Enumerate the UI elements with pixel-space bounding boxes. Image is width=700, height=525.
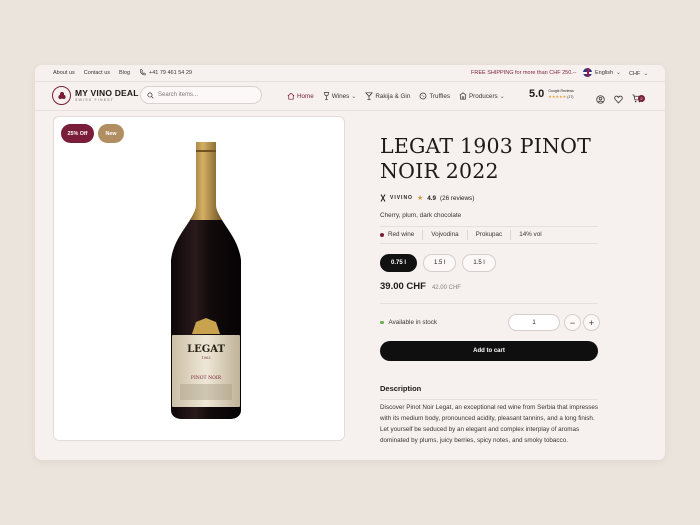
product-image-panel: 25% Off New LEGAT 1903 PINOT NOIR — [53, 116, 345, 441]
cart-button[interactable]: 2 — [632, 90, 645, 108]
language-label: English — [595, 69, 614, 76]
phone-icon — [139, 69, 146, 76]
product-title: LEGAT 1903 PINOT NOIR 2022 — [380, 134, 592, 183]
nav-item-producers[interactable]: Producers ⌄ — [459, 92, 505, 100]
minus-icon: − — [569, 317, 576, 328]
user-icon[interactable] — [596, 94, 605, 104]
contact-us-link[interactable]: Contact us — [84, 70, 110, 76]
size-option-0-75l[interactable]: 0.75 l — [380, 254, 418, 272]
stock-label: Available in stock — [388, 319, 438, 326]
language-select[interactable]: English ⌄ — [583, 68, 621, 77]
producers-icon — [459, 92, 467, 100]
discount-badge: 25% Off — [61, 124, 94, 143]
truffle-icon — [419, 92, 427, 100]
wine-glass-icon — [323, 92, 329, 100]
current-price: 39.00 CHF — [380, 281, 426, 292]
top-utility-bar: About us Contact us Blog +41 79 461 54 2… — [35, 65, 665, 82]
quantity-decrease-button[interactable]: − — [564, 314, 581, 331]
currency-label: CHF — [629, 70, 641, 77]
add-to-cart-button[interactable]: Add to cart — [380, 341, 598, 361]
phone-number: +41 79 461 54 29 — [149, 69, 192, 76]
vivino-logo-icon — [380, 194, 386, 202]
rating-value: 5.0 — [529, 88, 545, 100]
currency-select[interactable]: CHF ⌄ — [629, 70, 649, 78]
rating-count: (17) — [567, 94, 574, 99]
cart-count-badge: 2 — [638, 95, 645, 102]
nav-label-home: Home — [297, 92, 314, 100]
nav-item-rakija-gin[interactable]: Rakija & Gin — [365, 92, 410, 100]
quantity-increase-button[interactable]: + — [583, 314, 600, 331]
search-placeholder: Search items... — [158, 92, 199, 98]
nav-menu: Home Wines ⌄ Rakija & Gin Truffles Produ… — [287, 92, 505, 100]
new-badge: New — [98, 124, 124, 143]
product-description: Discover Pinot Noir Legat, an exceptiona… — [380, 404, 599, 444]
main-navigation: MY VINO DEAL SWISS FINEST Search items..… — [35, 82, 665, 111]
grape-logo-icon — [52, 86, 71, 105]
in-stock-dot-icon — [380, 320, 384, 325]
logo-name: MY VINO DEAL — [75, 87, 139, 98]
wine-grape: Prokupac — [466, 230, 511, 240]
chevron-down-icon: ⌄ — [616, 70, 622, 76]
nav-label-producers: Producers — [468, 92, 498, 100]
wine-type: Red wine — [388, 231, 415, 238]
google-rating[interactable]: 5.0 Google Reviews ★★★★★ (17) — [529, 88, 574, 100]
chevron-down-icon: ⌄ — [643, 71, 649, 77]
vivino-rating[interactable]: VIVINO ★ 4.9 (26 reviews) — [380, 194, 474, 202]
search-input[interactable]: Search items... — [140, 86, 262, 104]
home-icon — [287, 92, 295, 100]
wine-alcohol: 14% vol — [510, 230, 549, 240]
label-brand: LEGAT — [187, 344, 225, 355]
nav-item-truffles[interactable]: Truffles — [419, 92, 450, 100]
vivino-score: 4.9 — [427, 194, 436, 202]
label-variety: PINOT NOIR — [191, 375, 222, 381]
stock-status: Available in stock — [380, 319, 437, 326]
tasting-notes: Cherry, plum, dark chocolate — [380, 212, 462, 219]
chevron-down-icon: ⌄ — [499, 93, 505, 100]
nav-label-wines: Wines — [331, 92, 350, 100]
nav-label-rakija-gin: Rakija & Gin — [375, 92, 411, 100]
product-attributes: Red wine Vojvodina Prokupac 14% vol — [380, 226, 598, 244]
vivino-reviews[interactable]: (26 reviews) — [440, 195, 474, 202]
description-heading: Description — [380, 384, 422, 393]
page-card: About us Contact us Blog +41 79 461 54 2… — [35, 65, 665, 460]
site-logo[interactable]: MY VINO DEAL SWISS FINEST — [52, 86, 139, 105]
star-rating-icon: ★★★★★ — [548, 93, 567, 99]
price-block: 39.00 CHF 42.00 CHF — [380, 281, 461, 292]
size-option-1-5l[interactable]: 1.5 l — [423, 254, 457, 272]
cocktail-icon — [365, 92, 374, 100]
blog-link[interactable]: Blog — [119, 70, 130, 76]
heart-icon[interactable] — [614, 95, 623, 104]
nav-label-truffles: Truffles — [429, 92, 450, 100]
wine-bottle-image: LEGAT 1903 PINOT NOIR — [171, 142, 241, 419]
header-icons: 2 — [596, 90, 645, 108]
label-year: 1903 — [201, 356, 211, 360]
red-wine-dot-icon — [380, 233, 384, 237]
logo-tagline: SWISS FINEST — [75, 97, 115, 102]
size-selector: 0.75 l 1.5 l 1.5 l — [380, 254, 496, 272]
size-option-1-5l-alt[interactable]: 1.5 l — [462, 254, 496, 272]
wine-region: Vojvodina — [422, 230, 466, 240]
attribute-type: Red wine — [380, 230, 422, 240]
search-icon — [147, 91, 154, 99]
phone-contact[interactable]: +41 79 461 54 29 — [139, 69, 192, 76]
old-price: 42.00 CHF — [431, 285, 461, 291]
divider — [380, 303, 598, 304]
nav-item-home[interactable]: Home — [287, 92, 314, 100]
top-links: About us Contact us Blog — [53, 70, 130, 76]
nav-item-wines[interactable]: Wines ⌄ — [323, 92, 357, 100]
free-shipping-notice: FREE SHIPPING for more than CHF 250.-- — [471, 70, 577, 76]
vivino-brand: VIVINO — [390, 195, 413, 201]
divider — [380, 399, 598, 400]
plus-icon: + — [588, 317, 595, 328]
about-us-link[interactable]: About us — [53, 70, 75, 76]
star-icon: ★ — [416, 195, 424, 202]
quantity-input[interactable]: 1 — [508, 314, 560, 331]
chevron-down-icon: ⌄ — [351, 93, 357, 100]
uk-flag-icon — [583, 68, 592, 77]
